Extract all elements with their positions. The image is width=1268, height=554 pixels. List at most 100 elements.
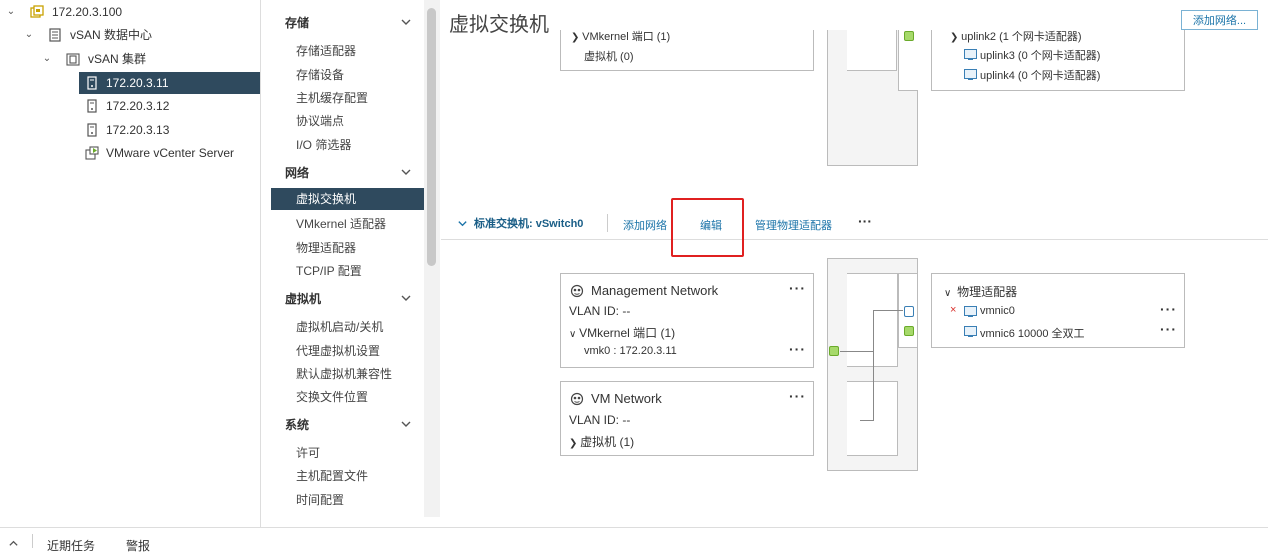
port-group-name: Management Network [591, 283, 719, 298]
nav-item-swap-location[interactable]: 交换文件位置 [296, 388, 368, 405]
tree-label-host-root: 172.20.3.100 [52, 5, 123, 19]
nav-item-io-filters[interactable]: I/O 筛选器 [296, 136, 351, 153]
nav-section-storage[interactable]: 存储 [285, 14, 309, 31]
nav-item-time-config[interactable]: 时间配置 [296, 491, 344, 508]
switch-title: 标准交换机: vSwitch0 [474, 218, 584, 230]
uplink-port-active-icon [904, 326, 914, 336]
chevron-down-icon[interactable] [400, 418, 412, 430]
nav-item-vmkernel-adapters[interactable]: VMkernel 适配器 [296, 215, 386, 232]
nav-section-vm[interactable]: 虚拟机 [285, 290, 321, 307]
add-network-button[interactable]: 添加网络... [1181, 10, 1258, 30]
chevron-down-icon[interactable] [400, 16, 412, 28]
nic-icon [964, 69, 977, 80]
vlan-id-label: VLAN ID: -- [569, 413, 631, 427]
tree-label-cluster: vSAN 集群 [88, 52, 147, 66]
chevron-down-icon[interactable] [400, 166, 412, 178]
tree-label-datacenter: vSAN 数据中心 [70, 28, 153, 42]
chevron-down-icon[interactable]: ⌄ [6, 1, 16, 23]
recent-tasks-tab[interactable]: 近期任务 [47, 537, 95, 554]
nic-icon [964, 306, 977, 317]
host-server-icon [87, 123, 97, 137]
nav-item-vm-compat[interactable]: 默认虚拟机兼容性 [296, 365, 392, 382]
uplink-port-icon [904, 31, 914, 41]
network-icon [570, 392, 584, 406]
header-divider [607, 214, 608, 232]
switch-diagram-notch-top [847, 30, 897, 71]
chevron-down-icon[interactable]: ⌄ [42, 48, 52, 70]
nav-item-host-cache[interactable]: 主机缓存配置 [296, 89, 368, 106]
tree-label-host-1: 172.20.3.11 [106, 76, 169, 90]
more-actions-icon[interactable]: ··· [1160, 301, 1177, 317]
nav-item-virtual-switches[interactable]: 虚拟交换机 [271, 188, 424, 210]
disconnected-status-icon: × [950, 304, 957, 316]
port-group-card-partial: ❯ VMkernel 端口 (1) 虚拟机 (0) [560, 30, 814, 71]
tree-node-host-1[interactable]: 172.20.3.11 [79, 72, 260, 94]
nav-item-storage-adapters[interactable]: 存储适配器 [296, 42, 356, 59]
nav-item-agent-vm[interactable]: 代理虚拟机设置 [296, 342, 380, 359]
alarms-tab[interactable]: 警报 [126, 537, 150, 554]
highlight-box [671, 198, 744, 257]
tree-node-host-root[interactable]: ⌄ 172.20.3.100 [0, 1, 260, 23]
page-title: 虚拟交换机 [449, 14, 549, 36]
chevron-down-icon[interactable] [457, 218, 468, 229]
connector-line [860, 420, 874, 421]
tree-label-host-3: 172.20.3.13 [106, 123, 170, 137]
host-server-icon [87, 76, 97, 90]
tree-node-cluster[interactable]: ⌄ vSAN 集群 [0, 48, 260, 70]
vm-count-label: 虚拟机 (0) [584, 51, 634, 63]
chevron-up-icon[interactable] [8, 538, 19, 549]
vmnic0-label[interactable]: vmnic0 [980, 305, 1015, 317]
uplink4-label: uplink4 (0 个网卡适配器) [980, 70, 1101, 82]
more-actions-icon[interactable]: ··· [789, 388, 806, 404]
vms-toggle[interactable]: ❯ 虚拟机 (1) [569, 433, 634, 450]
chevron-down-icon[interactable]: ⌄ [24, 24, 34, 46]
uplink3-label: uplink3 (0 个网卡适配器) [980, 50, 1101, 62]
cluster-icon [66, 53, 80, 66]
vmkernel-ports-label-partial: ❯ VMkernel 端口 (1) [571, 31, 671, 43]
tree-label-vcenter: VMware vCenter Server [106, 146, 235, 160]
tree-node-vcenter[interactable]: VMware vCenter Server [79, 142, 260, 164]
add-network-link[interactable]: 添加网络 [623, 217, 667, 233]
vmnic6-label[interactable]: vmnic6 10000 全双工 [980, 325, 1085, 341]
connector-line [873, 310, 903, 311]
inventory-tree: ⌄ 172.20.3.100 ⌄ vSAN 数据中心 ⌄ vSAN 集群 172… [0, 0, 261, 527]
config-nav: 存储 存储适配器 存储设备 主机缓存配置 协议端点 I/O 筛选器 网络 虚拟交… [261, 0, 424, 517]
more-actions-icon[interactable]: ··· [858, 213, 872, 229]
manage-physical-adapters-link[interactable]: 管理物理适配器 [755, 217, 832, 233]
tree-label-host-2: 172.20.3.12 [106, 99, 170, 113]
port-group-card-vm-network[interactable]: VM Network ··· VLAN ID: -- ❯ 虚拟机 (1) [560, 381, 814, 456]
uplinks-card-partial: ❯ uplink2 (1 个网卡适配器) uplink3 (0 个网卡适配器) … [931, 30, 1185, 91]
physical-adapters-toggle[interactable]: ∨ 物理适配器 [944, 283, 1017, 300]
connector-line [873, 310, 874, 420]
tree-node-datacenter[interactable]: ⌄ vSAN 数据中心 [0, 24, 260, 46]
nav-item-tcpip-config[interactable]: TCP/IP 配置 [296, 262, 362, 279]
nav-item-host-profile[interactable]: 主机配置文件 [296, 467, 368, 484]
uplink2-label: ❯ uplink2 (1 个网卡适配器) [950, 31, 1082, 43]
nic-icon [964, 49, 977, 60]
nav-item-vm-startup[interactable]: 虚拟机启动/关机 [296, 318, 383, 335]
vmkernel-ports-toggle[interactable]: ∨ VMkernel 端口 (1) [569, 324, 675, 341]
nav-section-network[interactable]: 网络 [285, 164, 309, 181]
more-actions-icon[interactable]: ··· [789, 280, 806, 296]
connector-line [840, 351, 873, 352]
nav-scrollbar-thumb[interactable] [427, 8, 436, 266]
more-actions-icon[interactable]: ··· [789, 341, 806, 357]
nav-item-physical-adapters[interactable]: 物理适配器 [296, 239, 356, 256]
nav-item-storage-devices[interactable]: 存储设备 [296, 66, 344, 83]
vmk0-label[interactable]: vmk0 : 172.20.3.11 [584, 345, 677, 357]
vlan-id-label: VLAN ID: -- [569, 304, 631, 318]
physical-adapters-card: ∨ 物理适配器 × vmnic0 ··· vmnic6 10000 全双工 ··… [931, 273, 1185, 348]
uplink-port-icon [904, 306, 914, 317]
vcenter-vm-icon [85, 146, 99, 160]
nav-item-protocol-endpoints[interactable]: 协议端点 [296, 112, 344, 129]
port-group-card-management[interactable]: Management Network ··· VLAN ID: -- ∨ VMk… [560, 273, 814, 368]
more-actions-icon[interactable]: ··· [1160, 321, 1177, 337]
chevron-down-icon[interactable] [400, 292, 412, 304]
datacenter-icon [49, 28, 61, 42]
port-group-name: VM Network [591, 391, 662, 406]
nav-section-system[interactable]: 系统 [285, 416, 309, 433]
tree-node-host-2[interactable]: 172.20.3.12 [79, 95, 260, 117]
nav-item-licensing[interactable]: 许可 [296, 444, 320, 461]
tree-node-host-3[interactable]: 172.20.3.13 [79, 119, 260, 141]
network-icon [570, 284, 584, 298]
